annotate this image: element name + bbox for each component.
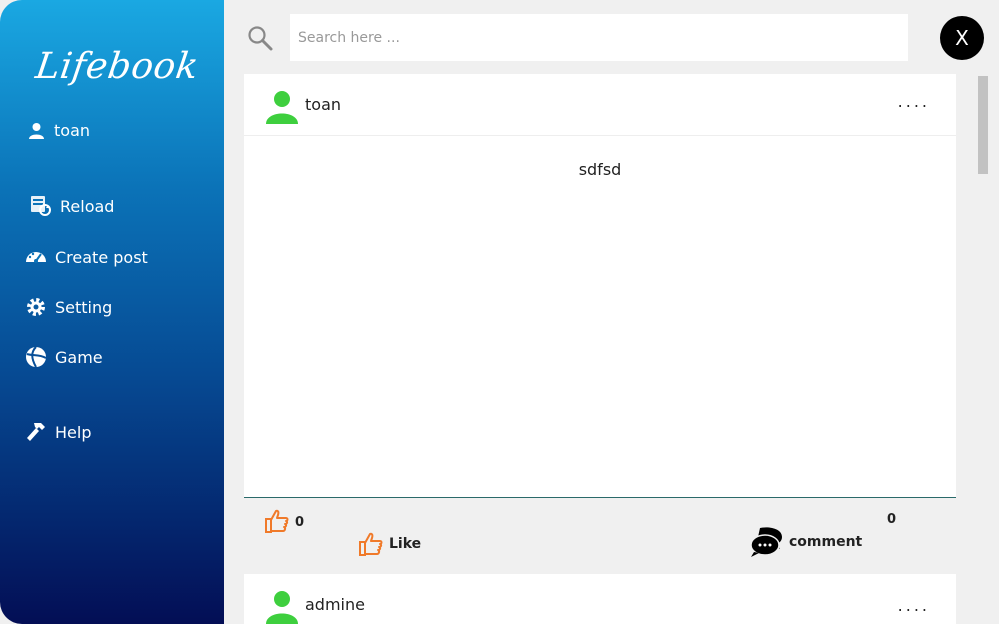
post-author[interactable]: admine <box>305 595 365 614</box>
close-button[interactable]: X <box>940 16 984 60</box>
post-header: admine .... <box>244 574 956 624</box>
sidebar-item-label: Help <box>55 422 92 442</box>
comment-label: comment <box>789 534 863 550</box>
search-input[interactable] <box>290 14 908 61</box>
sidebar-item-game[interactable]: Game <box>25 346 103 368</box>
post-author[interactable]: toan <box>305 95 341 114</box>
feed-scrollbar-thumb[interactable] <box>978 76 988 174</box>
user-avatar-icon[interactable] <box>264 590 300 624</box>
game-icon <box>25 346 47 368</box>
comment-icon <box>750 526 784 558</box>
post-card: toan .... sdfsd <box>244 74 956 498</box>
search-icon[interactable] <box>246 24 274 52</box>
post-text: sdfsd <box>578 160 622 179</box>
post-body: sdfsd <box>244 136 956 498</box>
sidebar-item-create-post[interactable]: Create post <box>25 246 148 268</box>
post-header: toan .... <box>244 74 956 136</box>
sidebar-item-label: Reload <box>60 196 115 216</box>
sidebar-user[interactable]: toan <box>28 121 90 140</box>
sidebar-item-setting[interactable]: Setting <box>25 296 112 318</box>
sidebar-item-label: Create post <box>55 247 148 267</box>
hammer-icon <box>25 421 47 443</box>
reload-icon <box>30 195 52 217</box>
post-feed: toan .... sdfsd 0 Like 0 comment admine … <box>244 74 956 624</box>
sidebar-item-label: Game <box>55 347 103 367</box>
like-count: 0 <box>295 515 305 530</box>
thumbs-up-icon <box>264 508 290 534</box>
sidebar-item-reload[interactable]: Reload <box>30 195 114 217</box>
sidebar-item-label: Setting <box>55 297 113 317</box>
user-avatar-icon[interactable] <box>264 90 300 124</box>
comment-count: 0 <box>887 512 897 527</box>
like-button[interactable]: Like <box>358 531 421 557</box>
post-menu-button[interactable]: .... <box>898 92 930 111</box>
sidebar: Lifebook toan Reload Create post Setting… <box>0 0 224 624</box>
post-menu-button[interactable]: .... <box>898 596 930 615</box>
gear-icon <box>25 296 47 318</box>
comment-button[interactable]: comment <box>750 526 862 558</box>
post-card: admine .... <box>244 574 956 624</box>
sidebar-user-name: toan <box>54 121 91 140</box>
post-actions: 0 Like 0 comment <box>244 500 956 576</box>
sidebar-item-help[interactable]: Help <box>25 421 91 443</box>
thumbs-up-icon <box>358 531 384 557</box>
dashboard-icon <box>25 246 47 268</box>
app-logo: Lifebook <box>33 46 202 87</box>
like-label: Like <box>389 536 422 552</box>
user-icon <box>28 122 45 139</box>
